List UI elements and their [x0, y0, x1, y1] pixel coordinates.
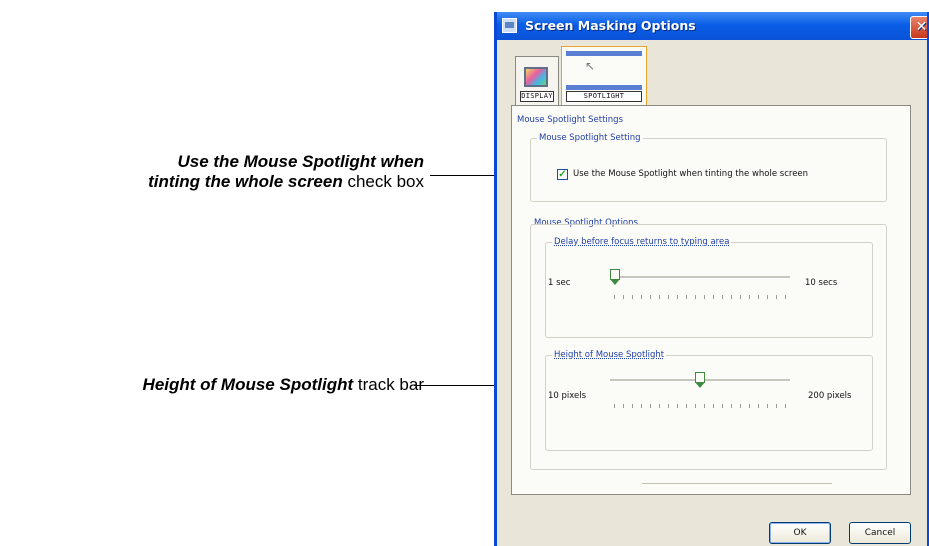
callout-checkbox-suffix: check box: [342, 172, 424, 191]
delay-track-line: [610, 276, 790, 279]
cancel-button[interactable]: Cancel: [849, 522, 911, 544]
screen-masking-options-dialog: Screen Masking Options ✕ DISPLAY ↖ SPOTL…: [494, 12, 929, 546]
options-group: Delay before focus returns to typing are…: [530, 224, 887, 470]
callout-checkbox-bold-2: tinting the whole screen: [148, 172, 343, 191]
tab-spotlight[interactable]: ↖ SPOTLIGHT: [561, 46, 647, 106]
window-title: Screen Masking Options: [525, 18, 696, 33]
setting-group-title: Mouse Spotlight Setting: [537, 133, 643, 143]
title-bar[interactable]: Screen Masking Options ✕: [497, 12, 927, 40]
callout-trackbar: Height of Mouse Spotlight track bar: [143, 375, 424, 395]
height-track-bar[interactable]: [610, 370, 790, 410]
height-ticks: [614, 404, 786, 408]
panel-title: Mouse Spotlight Settings: [517, 115, 624, 125]
cursor-icon: ↖: [585, 59, 596, 73]
tab-spotlight-label: SPOTLIGHT: [566, 91, 642, 102]
height-min-label: 10 pixels: [548, 391, 587, 401]
height-group: Height of Mouse Spotlight 10 pixels 200 …: [545, 350, 873, 451]
display-icon: [524, 67, 548, 87]
use-spotlight-checkbox[interactable]: ✓: [557, 169, 568, 180]
height-max-label: 200 pixels: [808, 391, 852, 401]
callout-checkbox: Use the Mouse Spotlight when tinting the…: [148, 152, 424, 192]
delay-ticks: [614, 295, 786, 299]
tab-display-label: DISPLAY: [520, 91, 554, 102]
ok-button[interactable]: OK: [769, 522, 831, 544]
callout-trackbar-bold: Height of Mouse Spotlight: [142, 375, 354, 394]
delay-thumb[interactable]: [610, 269, 620, 285]
close-button[interactable]: ✕: [910, 16, 927, 39]
panel-divider: [642, 483, 832, 484]
tab-display[interactable]: DISPLAY: [515, 56, 559, 106]
delay-group: Delay before focus returns to typing are…: [545, 237, 873, 338]
delay-track-bar[interactable]: [610, 267, 790, 303]
app-window-icon: [502, 18, 517, 33]
delay-min-label: 1 sec: [548, 278, 571, 288]
height-title: Height of Mouse Spotlight: [552, 350, 667, 360]
callout-checkbox-bold-1: Use the Mouse Spotlight when: [177, 152, 424, 171]
setting-group: Mouse Spotlight Setting ✓ Use the Mouse …: [530, 133, 887, 202]
delay-title: Delay before focus returns to typing are…: [552, 237, 732, 247]
delay-max-label: 10 secs: [805, 278, 838, 288]
height-thumb[interactable]: [695, 372, 705, 388]
use-spotlight-checkbox-label[interactable]: Use the Mouse Spotlight when tinting the…: [573, 169, 808, 179]
settings-panel: Mouse Spotlight Settings Mouse Spotlight…: [511, 105, 911, 495]
